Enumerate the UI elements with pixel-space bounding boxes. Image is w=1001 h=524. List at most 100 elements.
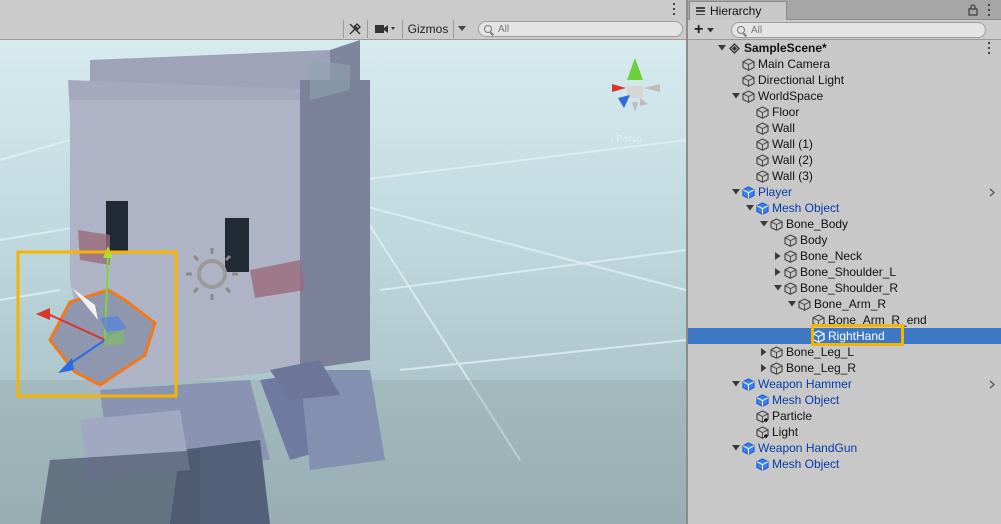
hierarchy-row[interactable]: Bone_Leg_R <box>688 360 1001 376</box>
hierarchy-row-label: Wall (2) <box>772 153 813 167</box>
gameobject-cube-icon <box>784 250 797 263</box>
hierarchy-row-label: Weapon Hammer <box>758 377 852 391</box>
hierarchy-row[interactable]: Wall <box>688 120 1001 136</box>
hierarchy-row-label: SampleScene* <box>744 41 827 55</box>
expand-arrow-down-icon[interactable] <box>732 92 740 100</box>
hierarchy-row[interactable]: Particle <box>688 408 1001 424</box>
hierarchy-row[interactable]: Weapon HandGun <box>688 440 1001 456</box>
hierarchy-row[interactable]: Wall (3) <box>688 168 1001 184</box>
hierarchy-row[interactable]: Floor <box>688 104 1001 120</box>
hierarchy-row-label: Wall (3) <box>772 169 813 183</box>
scene-search-input[interactable]: All <box>478 21 683 37</box>
toolbar-separator <box>343 20 344 38</box>
gameobject-cube-icon <box>798 298 811 311</box>
hierarchy-row[interactable]: Bone_Arm_R <box>688 296 1001 312</box>
expand-arrow-down-icon[interactable] <box>732 444 740 452</box>
hierarchy-row-label: Mesh Object <box>772 393 840 407</box>
hierarchy-row-label: Main Camera <box>758 57 831 71</box>
toolbar-separator <box>453 20 454 38</box>
search-icon <box>484 25 492 33</box>
gizmos-dropdown-arrow[interactable] <box>455 20 469 38</box>
hierarchy-row[interactable]: Bone_Leg_L <box>688 344 1001 360</box>
hierarchy-toolbar: + All <box>688 20 1001 40</box>
gameobject-cube-icon <box>756 410 769 423</box>
hierarchy-row[interactable]: Light <box>688 424 1001 440</box>
hierarchy-row[interactable]: Directional Light <box>688 72 1001 88</box>
expand-arrow-right-icon[interactable] <box>760 348 768 356</box>
hierarchy-row[interactable]: Wall (2) <box>688 152 1001 168</box>
scene-more-icon[interactable] <box>673 3 676 15</box>
scene-tab-bar <box>0 0 686 18</box>
open-prefab-chevron-icon[interactable] <box>989 376 997 392</box>
prefab-cube-icon <box>756 458 769 471</box>
expand-arrow-down-icon[interactable] <box>788 300 796 308</box>
hierarchy-more-icon[interactable] <box>988 4 991 16</box>
hierarchy-row[interactable]: Bone_Shoulder_R <box>688 280 1001 296</box>
gameobject-cube-icon <box>756 138 769 151</box>
hierarchy-row-label: Wall (1) <box>772 137 813 151</box>
list-icon <box>696 7 705 15</box>
hierarchy-row[interactable]: Body <box>688 232 1001 248</box>
gameobject-cube-icon <box>756 154 769 167</box>
tab-hierarchy[interactable]: Hierarchy <box>689 1 787 20</box>
hierarchy-row-label: Mesh Object <box>772 201 840 215</box>
scene-view[interactable]: Gizmos All ‹ Persp <box>0 0 686 524</box>
scene-search-placeholder: All <box>498 23 510 35</box>
plus-icon: + <box>694 21 704 38</box>
open-prefab-chevron-icon[interactable] <box>989 184 997 200</box>
lock-icon[interactable] <box>968 4 978 16</box>
hierarchy-row-label: Body <box>800 233 828 247</box>
camera-dropdown[interactable] <box>370 20 400 38</box>
prefab-cube-icon <box>756 202 769 215</box>
expand-arrow-down-icon[interactable] <box>718 44 726 52</box>
hierarchy-search-input[interactable]: All <box>731 22 986 38</box>
expand-arrow-right-icon[interactable] <box>760 364 768 372</box>
gameobject-cube-icon <box>770 218 783 231</box>
hierarchy-row-label: Player <box>758 185 793 199</box>
hierarchy-row[interactable]: Weapon Hammer <box>688 376 1001 392</box>
hierarchy-row[interactable]: Bone_Shoulder_L <box>688 264 1001 280</box>
hierarchy-row-label: Bone_Leg_L <box>786 345 855 359</box>
prefab-cube-icon <box>742 378 755 391</box>
expand-arrow-down-icon[interactable] <box>732 380 740 388</box>
hierarchy-row[interactable]: Bone_Body <box>688 216 1001 232</box>
hierarchy-row-label: WorldSpace <box>758 89 824 103</box>
scene-row[interactable]: SampleScene* <box>688 40 1001 56</box>
hierarchy-search-placeholder: All <box>751 24 763 36</box>
hierarchy-row-label: Bone_Shoulder_L <box>800 265 897 279</box>
gameobject-cube-icon <box>770 362 783 375</box>
tools-icon[interactable] <box>346 20 364 38</box>
hierarchy-panel: Hierarchy + All SampleScene* Main Camera D… <box>688 0 1001 524</box>
chevron-down-icon <box>458 26 466 31</box>
hierarchy-tab-bar: Hierarchy <box>688 0 1001 20</box>
hierarchy-row[interactable]: Player <box>688 184 1001 200</box>
hierarchy-row[interactable]: Bone_Neck <box>688 248 1001 264</box>
expand-arrow-down-icon[interactable] <box>746 204 754 212</box>
expand-arrow-right-icon[interactable] <box>774 252 782 260</box>
gizmos-button[interactable]: Gizmos <box>404 20 452 38</box>
hierarchy-row[interactable]: WorldSpace <box>688 88 1001 104</box>
expand-arrow-right-icon[interactable] <box>774 268 782 276</box>
expand-arrow-down-icon[interactable] <box>732 188 740 196</box>
gameobject-cube-icon <box>756 170 769 183</box>
hierarchy-row[interactable]: Mesh Object <box>688 456 1001 472</box>
hierarchy-tab-label: Hierarchy <box>710 4 762 18</box>
hierarchy-row[interactable]: Mesh Object <box>688 200 1001 216</box>
scene-more-icon[interactable] <box>988 42 991 54</box>
chevron-down-icon <box>707 27 715 32</box>
character-model <box>40 40 385 524</box>
hierarchy-row-label: Particle <box>772 409 813 423</box>
add-object-button[interactable]: + <box>694 21 724 39</box>
expand-arrow-down-icon[interactable] <box>774 284 782 292</box>
gameobject-cube-icon <box>756 122 769 135</box>
hierarchy-row-label: Floor <box>772 105 800 119</box>
expand-arrow-down-icon[interactable] <box>760 220 768 228</box>
prefab-cube-icon <box>756 394 769 407</box>
hierarchy-row-label: Directional Light <box>758 73 845 87</box>
hierarchy-row-label: Light <box>772 425 799 439</box>
hierarchy-row[interactable]: Wall (1) <box>688 136 1001 152</box>
scene-viewport[interactable]: ‹ Persp <box>0 40 686 524</box>
hierarchy-row[interactable]: Mesh Object <box>688 392 1001 408</box>
prefab-cube-icon <box>742 442 755 455</box>
hierarchy-row[interactable]: Main Camera <box>688 56 1001 72</box>
